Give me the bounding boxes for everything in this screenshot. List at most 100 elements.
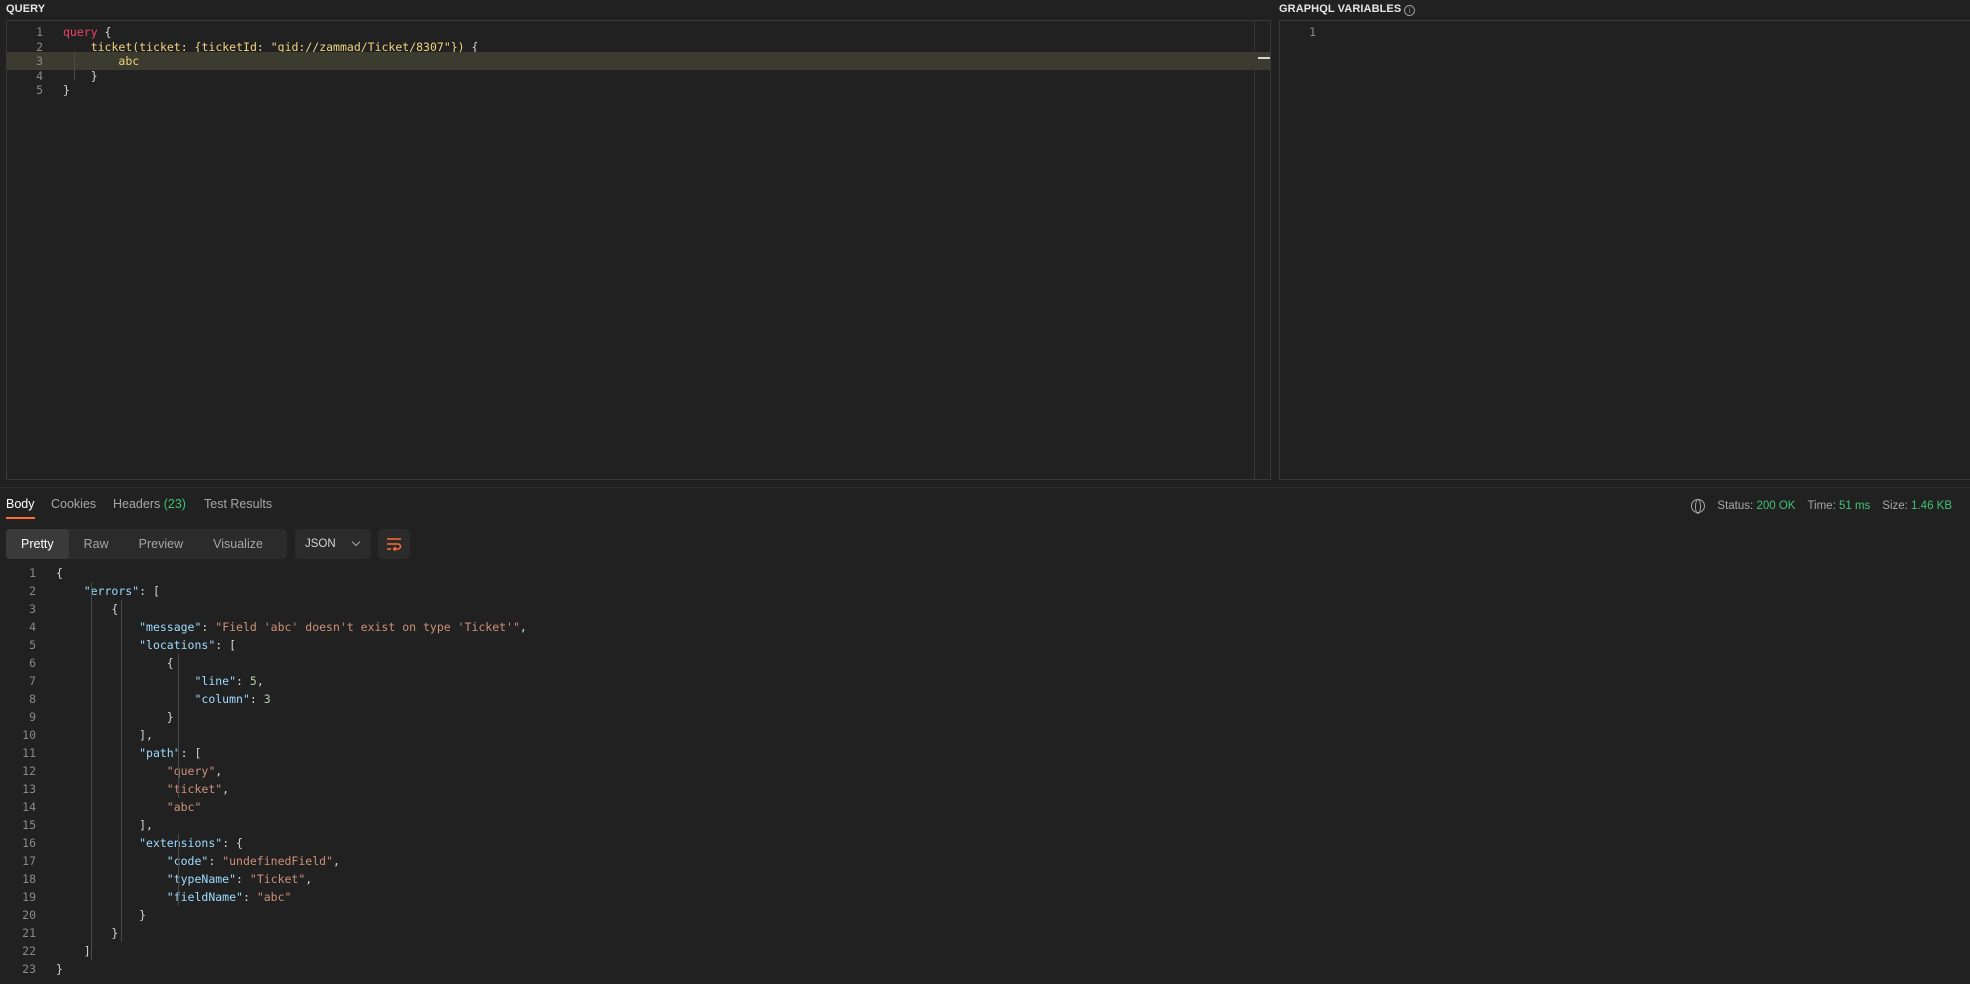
code-token: : bbox=[208, 854, 223, 868]
code-token: : [ bbox=[180, 746, 202, 760]
view-preview-button[interactable]: Preview bbox=[124, 529, 198, 559]
tab-cookies[interactable]: Cookies bbox=[51, 497, 96, 519]
code-line[interactable]: 3 { bbox=[0, 600, 1970, 618]
code-token: : bbox=[236, 872, 250, 886]
code-token: "Ticket" bbox=[249, 872, 306, 886]
headers-count: (23) bbox=[163, 497, 186, 511]
code-token: , bbox=[519, 620, 527, 634]
code-token: } bbox=[63, 83, 70, 97]
view-pretty-button[interactable]: Pretty bbox=[6, 529, 69, 559]
tab-body[interactable]: Body bbox=[6, 497, 35, 519]
indent-guide bbox=[178, 726, 179, 780]
line-number: 8 bbox=[29, 692, 36, 706]
query-editor-scrollbar[interactable] bbox=[1254, 21, 1269, 479]
code-line[interactable]: 20 } bbox=[0, 906, 1970, 924]
code-token: ] bbox=[56, 944, 91, 958]
code-line[interactable]: 1 bbox=[1280, 23, 1970, 41]
view-raw-button[interactable]: Raw bbox=[69, 529, 124, 559]
code-token: } bbox=[56, 926, 119, 940]
size-info[interactable]: Size: 1.46 KB bbox=[1882, 500, 1952, 512]
code-token: ], bbox=[56, 728, 153, 742]
scrollbar-cursor-marker bbox=[1258, 57, 1270, 59]
size-label: Size: bbox=[1882, 500, 1908, 512]
code-token: } bbox=[56, 962, 63, 976]
pane-divider[interactable] bbox=[0, 487, 1970, 488]
code-line[interactable]: 22 ] bbox=[0, 942, 1970, 960]
code-token: ], bbox=[56, 818, 153, 832]
code-line[interactable]: 14 "abc" bbox=[0, 798, 1970, 816]
view-visualize-button[interactable]: Visualize bbox=[198, 529, 278, 559]
code-line[interactable]: 21 } bbox=[0, 924, 1970, 942]
code-token: "query" bbox=[166, 764, 216, 778]
variables-editor[interactable]: 1 bbox=[1279, 20, 1970, 480]
code-token: } bbox=[56, 908, 147, 922]
wrap-lines-button[interactable] bbox=[378, 529, 410, 559]
line-number: 3 bbox=[29, 602, 36, 616]
time-label: Time: bbox=[1807, 500, 1836, 512]
code-line[interactable]: 10 ], bbox=[0, 726, 1970, 744]
line-number: 6 bbox=[29, 656, 36, 670]
time-info[interactable]: Time: 51 ms bbox=[1807, 500, 1870, 512]
code-line[interactable]: 13 "ticket", bbox=[0, 780, 1970, 798]
code-line[interactable]: 19 "fieldName": "abc" bbox=[0, 888, 1970, 906]
code-line[interactable]: 23} bbox=[0, 960, 1970, 978]
code-token: 5 bbox=[249, 674, 257, 688]
response-body[interactable]: 1{2 "errors": [3 {4 "message": "Field 'a… bbox=[0, 564, 1970, 984]
line-number: 17 bbox=[22, 854, 36, 868]
code-token: , bbox=[256, 674, 264, 688]
code-line[interactable]: 8 "column": 3 bbox=[0, 690, 1970, 708]
code-token: "errors" bbox=[83, 584, 140, 598]
code-token: "abc" bbox=[166, 800, 202, 814]
line-number: 22 bbox=[22, 944, 36, 958]
tab-headers[interactable]: Headers (23) bbox=[113, 497, 186, 519]
code-line[interactable]: 12 "query", bbox=[0, 762, 1970, 780]
code-token: "path" bbox=[139, 746, 181, 760]
code-token: 3 bbox=[263, 692, 271, 706]
line-number: 10 bbox=[22, 728, 36, 742]
code-line[interactable]: 7 "line": 5, bbox=[0, 672, 1970, 690]
line-number: 23 bbox=[22, 962, 36, 976]
query-editor[interactable]: 1 query {2 ticket(ticket: {ticketId: "gid… bbox=[6, 20, 1271, 480]
line-number: 19 bbox=[22, 890, 36, 904]
indent-guide bbox=[178, 834, 179, 906]
code-line[interactable]: 15 ], bbox=[0, 816, 1970, 834]
line-number: 18 bbox=[22, 872, 36, 886]
code-token: "extensions" bbox=[139, 836, 223, 850]
code-token: "undefinedField" bbox=[222, 854, 333, 868]
code-line[interactable]: 1{ bbox=[0, 564, 1970, 582]
code-line[interactable]: 9 } bbox=[0, 708, 1970, 726]
tab-test-results[interactable]: Test Results bbox=[204, 497, 272, 519]
line-number: 20 bbox=[22, 908, 36, 922]
code-line[interactable]: 5 "locations": [ bbox=[0, 636, 1970, 654]
code-line[interactable]: 4 "message": "Field 'abc' doesn't exist … bbox=[0, 618, 1970, 636]
code-line[interactable]: 6 { bbox=[0, 654, 1970, 672]
size-value: 1.46 KB bbox=[1911, 500, 1952, 512]
code-line[interactable]: 11 "path": [ bbox=[0, 744, 1970, 762]
code-token: : bbox=[242, 890, 257, 904]
info-icon[interactable]: i bbox=[1404, 5, 1416, 16]
indent-guide bbox=[91, 582, 92, 960]
code-token: { bbox=[56, 656, 174, 670]
globe-icon[interactable] bbox=[1691, 499, 1706, 514]
line-number: 5 bbox=[36, 83, 43, 97]
query-pane-title: QUERY bbox=[6, 3, 46, 15]
tab-test-results-label: Test Results bbox=[204, 497, 273, 511]
line-number: 7 bbox=[29, 674, 36, 688]
tab-cookies-label: Cookies bbox=[51, 497, 97, 511]
status-info[interactable]: Status: 200 OK bbox=[1717, 500, 1795, 512]
code-line[interactable]: 16 "extensions": { bbox=[0, 834, 1970, 852]
response-meta: Status: 200 OK Time: 51 ms Size: 1.46 KB bbox=[1691, 499, 1952, 514]
code-line[interactable]: 17 "code": "undefinedField", bbox=[0, 852, 1970, 870]
format-select[interactable]: JSON bbox=[295, 529, 371, 559]
code-line[interactable]: 2 "errors": [ bbox=[0, 582, 1970, 600]
code-line[interactable]: 18 "typeName": "Ticket", bbox=[0, 870, 1970, 888]
line-number: 4 bbox=[29, 620, 36, 634]
code-token: "Field 'abc' doesn't exist on type 'Tick… bbox=[215, 620, 520, 634]
code-line[interactable]: 5} bbox=[7, 81, 1270, 99]
